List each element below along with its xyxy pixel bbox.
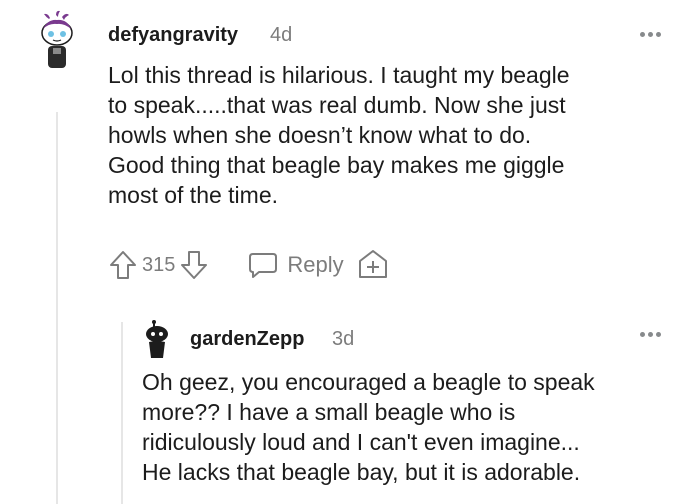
vote-score: 315 — [142, 253, 176, 276]
thread-line[interactable] — [56, 112, 58, 504]
reply-thread-line[interactable] — [121, 322, 123, 504]
downvote-icon[interactable] — [179, 249, 209, 281]
award-plus-icon[interactable] — [358, 249, 388, 281]
upvote-icon[interactable] — [108, 249, 138, 281]
reply-bubble-icon — [247, 250, 279, 280]
avatar-icon[interactable] — [142, 320, 172, 360]
avatar-icon[interactable] — [34, 10, 80, 70]
more-options-icon[interactable] — [640, 332, 661, 337]
comment-actions: 315 Reply — [108, 247, 388, 283]
comment-body: Lol this thread is hilarious. I taught m… — [108, 60, 570, 210]
comment-body-line: most of the time. — [108, 182, 279, 208]
reply-age: 3d — [332, 328, 355, 350]
reply-body-line: ridiculously loud and I can't even imagi… — [142, 429, 580, 455]
comment-age: 4d — [270, 24, 293, 46]
reply-username[interactable]: gardenZepp — [190, 328, 304, 351]
reply-button[interactable]: Reply — [247, 250, 344, 280]
comment-body-line: Lol this thread is hilarious. I taught m… — [108, 62, 570, 88]
comment-body-line: to speak.....that was real dumb. Now she… — [108, 92, 566, 118]
reply-body: Oh geez, you encouraged a beagle to spea… — [142, 367, 595, 487]
reply-label: Reply — [287, 252, 344, 277]
comment-body-line: Good thing that beagle bay makes me gigg… — [108, 152, 565, 178]
reply-body-line: He lacks that beagle bay, but it is ador… — [142, 459, 581, 485]
comment-body-line: howls when she doesn’t know what to do. — [108, 122, 532, 148]
reply-body-line: more?? I have a small beagle who is — [142, 399, 516, 425]
more-options-icon[interactable] — [640, 32, 661, 37]
comment-username[interactable]: defyangravity — [108, 24, 238, 47]
reply-body-line: Oh geez, you encouraged a beagle to spea… — [142, 369, 595, 395]
